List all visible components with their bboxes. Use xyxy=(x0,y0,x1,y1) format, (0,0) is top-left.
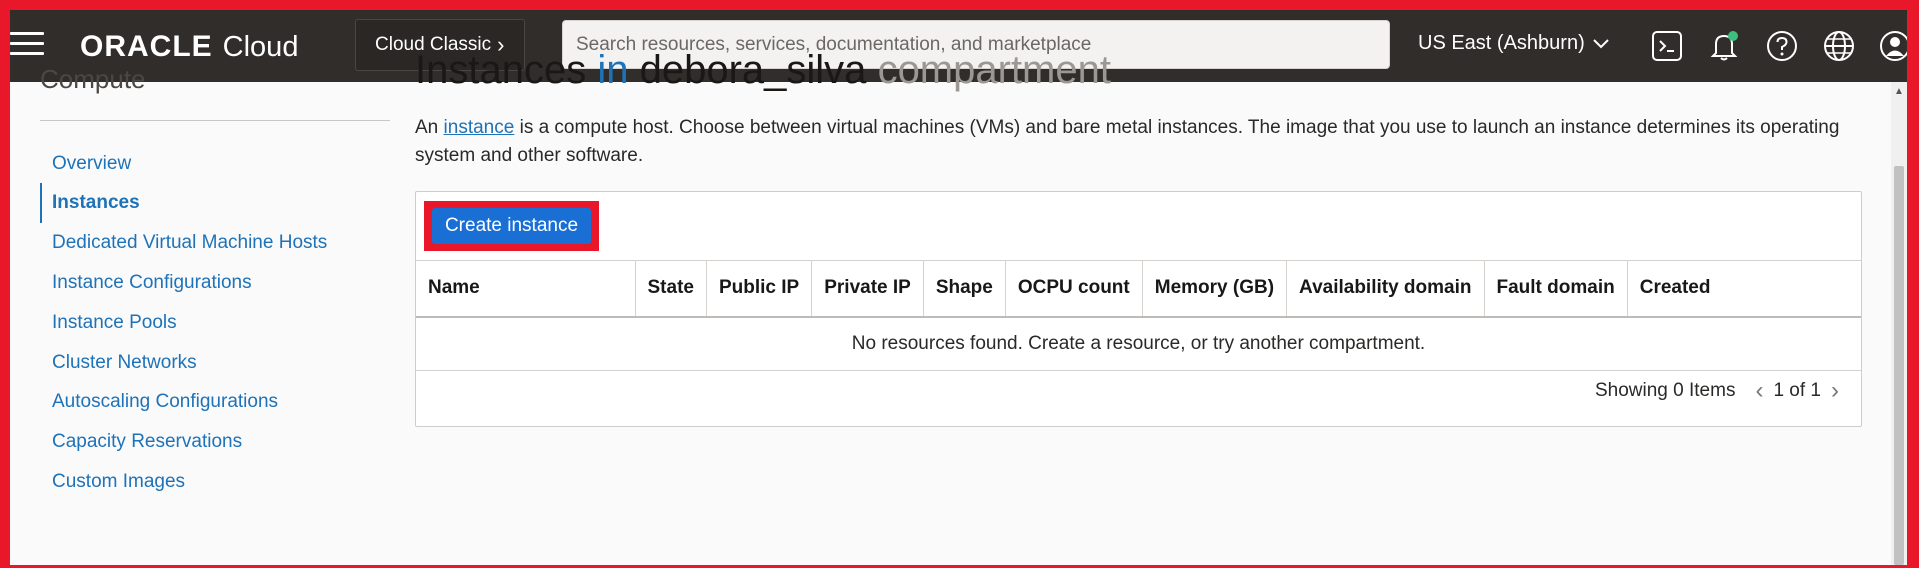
globe-icon[interactable] xyxy=(1822,29,1856,63)
sidebar-item-capacity-reservations[interactable]: Capacity Reservations xyxy=(40,422,380,462)
page-title-prefix: Instances xyxy=(415,48,587,92)
page-title-suffix: compartment xyxy=(877,48,1111,92)
column-state[interactable]: State xyxy=(635,260,707,318)
sidebar-divider xyxy=(40,120,390,121)
instances-table: Name State Public IP Private IP Shape OC… xyxy=(416,260,1861,371)
items-count: Showing 0 Items xyxy=(1594,380,1736,401)
sidebar: Compute Overview Instances Dedicated Vir… xyxy=(40,64,390,565)
next-page-icon[interactable]: › xyxy=(1831,377,1839,405)
column-private-ip[interactable]: Private IP xyxy=(811,260,924,318)
help-icon[interactable] xyxy=(1765,29,1799,63)
column-ocpu-count[interactable]: OCPU count xyxy=(1005,260,1143,318)
page-description: An instance is a compute host. Choose be… xyxy=(415,114,1855,170)
compartment-name: debora_silva xyxy=(639,48,867,92)
empty-row: No resources found. Create a resource, o… xyxy=(416,316,1861,371)
scrollbar-thumb[interactable] xyxy=(1894,166,1904,565)
description-text-end: is a compute host. Choose between virtua… xyxy=(415,117,1840,166)
column-memory[interactable]: Memory (GB) xyxy=(1142,260,1288,318)
sidebar-heading: Compute xyxy=(40,64,146,94)
page-title-in: in xyxy=(597,48,629,92)
pagination: Showing 0 Items ‹ 1 of 1 › xyxy=(1595,376,1849,406)
sidebar-item-autoscaling-configurations[interactable]: Autoscaling Configurations xyxy=(40,382,380,422)
brand-name: ORACLE xyxy=(80,30,213,63)
sidebar-item-dedicated-vm-hosts[interactable]: Dedicated Virtual Machine Hosts xyxy=(40,223,380,263)
bell-icon[interactable] xyxy=(1707,29,1741,63)
empty-message: No resources found. Create a resource, o… xyxy=(416,316,1861,371)
region-label: US East (Ashburn) xyxy=(1418,32,1585,54)
page-indicator: 1 of 1 xyxy=(1773,380,1821,401)
page-scrollbar[interactable]: ▲ xyxy=(1891,82,1907,565)
main-content: Instances in debora_silva compartment An… xyxy=(415,48,1865,565)
sidebar-item-instances[interactable]: Instances xyxy=(40,183,380,223)
browser-frame: ORACLE Cloud Cloud Classic › US East (As… xyxy=(10,10,1907,565)
column-name[interactable]: Name xyxy=(416,260,636,318)
column-created[interactable]: Created xyxy=(1627,260,1861,318)
column-availability-domain[interactable]: Availability domain xyxy=(1286,260,1485,318)
create-button-highlight: Create instance xyxy=(424,201,599,251)
menu-icon[interactable] xyxy=(10,32,44,58)
previous-page-icon[interactable]: ‹ xyxy=(1755,377,1763,405)
page-title: Instances in debora_silva compartment xyxy=(415,48,1111,93)
column-shape[interactable]: Shape xyxy=(923,260,1006,318)
sidebar-item-cluster-networks[interactable]: Cluster Networks xyxy=(40,343,380,383)
table-header-row: Name State Public IP Private IP Shape OC… xyxy=(416,260,1861,318)
scroll-up-icon[interactable]: ▲ xyxy=(1894,86,1904,97)
column-fault-domain[interactable]: Fault domain xyxy=(1484,260,1628,318)
instance-doc-link[interactable]: instance xyxy=(444,117,515,138)
create-instance-button[interactable]: Create instance xyxy=(432,208,591,244)
column-public-ip[interactable]: Public IP xyxy=(706,260,813,318)
instances-panel: Create instance Name State Public IP Pri… xyxy=(415,191,1862,427)
sidebar-item-custom-images[interactable]: Custom Images xyxy=(40,462,380,502)
region-selector[interactable]: US East (Ashburn) xyxy=(1418,32,1609,55)
description-text-start: An xyxy=(415,117,444,138)
chevron-down-icon xyxy=(1593,38,1609,48)
product-name: Cloud xyxy=(222,31,299,63)
oracle-cloud-logo[interactable]: ORACLE Cloud xyxy=(80,30,298,63)
user-icon[interactable] xyxy=(1878,29,1907,63)
sidebar-item-instance-configurations[interactable]: Instance Configurations xyxy=(40,263,380,303)
cloud-shell-icon[interactable] xyxy=(1650,29,1684,63)
sidebar-item-instance-pools[interactable]: Instance Pools xyxy=(40,303,380,343)
sidebar-item-overview[interactable]: Overview xyxy=(40,144,380,184)
